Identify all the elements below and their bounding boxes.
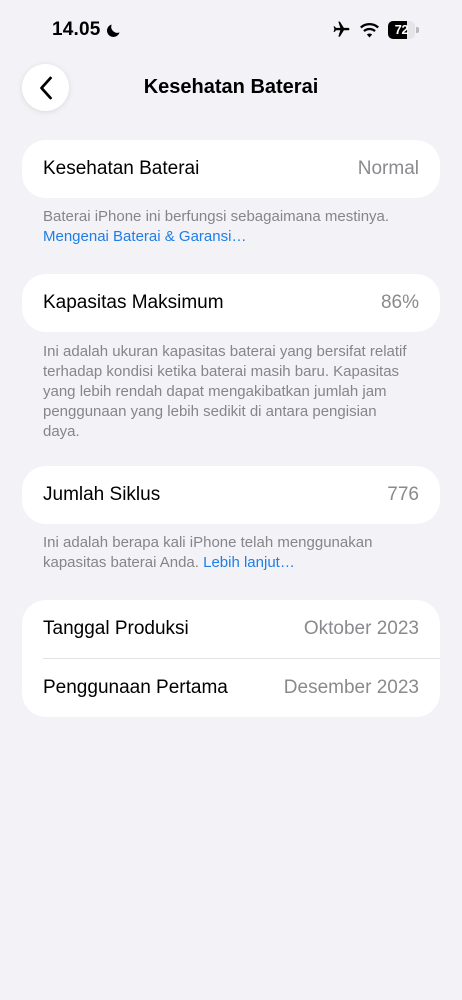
status-bar: 14.05 72 bbox=[0, 0, 462, 62]
airplane-icon bbox=[333, 21, 350, 37]
max-capacity-row: Kapasitas Maksimum 86% bbox=[22, 274, 440, 332]
first-use-row: Penggunaan Pertama Desember 2023 bbox=[22, 659, 440, 717]
battery-icon: 72 bbox=[388, 20, 420, 39]
battery-health-footnote-text: Baterai iPhone ini berfungsi sebagaimana… bbox=[43, 208, 390, 225]
max-capacity-card: Kapasitas Maksimum 86% bbox=[22, 274, 440, 332]
max-capacity-label: Kapasitas Maksimum bbox=[43, 292, 224, 313]
max-capacity-value: 86% bbox=[380, 292, 419, 313]
moon-icon bbox=[106, 23, 120, 37]
first-use-value: Desember 2023 bbox=[283, 677, 419, 698]
battery-health-value: Normal bbox=[357, 158, 419, 179]
cycle-count-label: Jumlah Siklus bbox=[43, 484, 161, 505]
battery-level: 72 bbox=[394, 21, 409, 37]
battery-warranty-link[interactable]: Mengenai Baterai & Garansi… bbox=[43, 228, 246, 245]
status-icons: 72 bbox=[332, 20, 420, 39]
page-title: Kesehatan Baterai bbox=[143, 76, 319, 98]
max-capacity-footnote: Ini adalah ukuran kapasitas baterai yang… bbox=[43, 343, 407, 440]
cycle-count-footnote: Ini adalah berapa kali iPhone telah meng… bbox=[43, 533, 413, 573]
cycle-count-value: 776 bbox=[387, 484, 419, 505]
manufacture-date-value: Oktober 2023 bbox=[303, 618, 419, 639]
battery-health-row: Kesehatan Baterai Normal bbox=[22, 140, 440, 198]
battery-health-card: Kesehatan Baterai Normal bbox=[22, 140, 440, 198]
manufacture-date-row: Tanggal Produksi Oktober 2023 bbox=[22, 600, 440, 658]
cycle-count-card: Jumlah Siklus 776 bbox=[22, 466, 440, 524]
first-use-label: Penggunaan Pertama bbox=[43, 677, 228, 698]
battery-health-footnote: Baterai iPhone ini berfungsi sebagaimana… bbox=[43, 207, 413, 247]
navigation-bar: Kesehatan Baterai bbox=[0, 62, 462, 114]
manufacture-date-label: Tanggal Produksi bbox=[43, 618, 189, 639]
battery-cap bbox=[416, 26, 419, 33]
battery-health-label: Kesehatan Baterai bbox=[43, 158, 200, 179]
wifi-icon bbox=[360, 22, 379, 37]
status-time: 14.05 bbox=[52, 19, 101, 40]
cycle-count-row: Jumlah Siklus 776 bbox=[22, 466, 440, 524]
dates-card: Tanggal Produksi Oktober 2023 Penggunaan… bbox=[22, 600, 440, 717]
learn-more-link[interactable]: Lebih lanjut… bbox=[203, 554, 295, 571]
status-time-group: 14.05 bbox=[52, 19, 122, 41]
